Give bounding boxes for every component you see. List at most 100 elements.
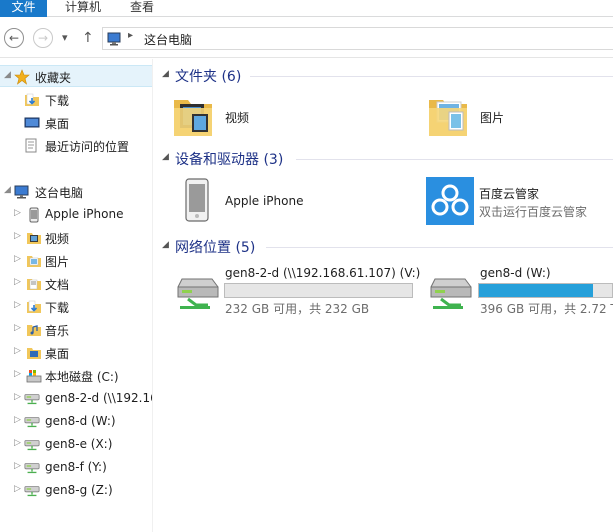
iphone-icon: [29, 207, 39, 223]
breadcrumb-this-pc[interactable]: 这台电脑: [144, 31, 192, 48]
videos-folder-icon: [27, 233, 41, 244]
nav-favorites-label: 收藏夹: [35, 71, 72, 85]
downloads-folder-icon: [27, 300, 41, 313]
nav-item-videos-label: 视频: [45, 232, 70, 246]
up-arrow-icon: ↑: [82, 30, 94, 46]
group-title-devices: 设备和驱动器 (3): [175, 152, 284, 168]
collapse-chevron-icon[interactable]: ◢: [162, 240, 169, 250]
nav-item-network-drive[interactable]: ▷ gen8-g (Z:): [0, 480, 152, 502]
back-button[interactable]: ←: [4, 28, 24, 48]
nav-item-local-disk[interactable]: ▷ 本地磁盘 (C:): [0, 365, 152, 387]
collapse-chevron-icon[interactable]: ◢: [162, 152, 169, 162]
group-title-network: 网络位置 (5): [175, 240, 256, 256]
nav-favorites-recent[interactable]: 最近访问的位置: [0, 135, 152, 157]
nav-item-videos[interactable]: ▷ 视频: [0, 227, 152, 249]
network-tile-gen8-2-d[interactable]: gen8-2-d (\\192.168.61.107) (V:) 232 GB …: [170, 263, 420, 318]
capacity-bar: [224, 283, 413, 298]
collapse-arrow-icon[interactable]: ◢: [4, 185, 11, 195]
folder-tile-pictures-label: 图片: [480, 111, 505, 125]
expand-arrow-icon[interactable]: ▷: [14, 461, 21, 471]
nav-item-documents-label: 文档: [45, 278, 70, 292]
group-header-network[interactable]: ◢ 网络位置 (5): [160, 237, 613, 257]
device-tile-baidu-cloud-label: 百度云管家: [479, 187, 540, 201]
network-tile-gen8-d-label: gen8-d (W:): [480, 266, 551, 280]
group-header-folders[interactable]: ◢ 文件夹 (6): [160, 66, 613, 86]
expand-arrow-icon[interactable]: ▷: [14, 484, 21, 494]
expand-arrow-icon[interactable]: ▷: [14, 231, 21, 241]
nav-favorites[interactable]: ◢ 收藏夹: [0, 65, 152, 87]
nav-item-downloads[interactable]: ▷ 下载: [0, 296, 152, 318]
nav-this-pc[interactable]: ◢ 这台电脑: [0, 181, 152, 203]
device-tile-iphone-label: Apple iPhone: [225, 194, 304, 208]
expand-arrow-icon[interactable]: ▷: [14, 208, 21, 218]
forward-arrow-icon: →: [37, 31, 49, 45]
device-tile-baidu-cloud[interactable]: 百度云管家 双击运行百度云管家: [425, 177, 613, 229]
nav-item-music[interactable]: ▷ 音乐: [0, 319, 152, 341]
recent-locations-dropdown[interactable]: ▾: [62, 28, 68, 48]
folder-tile-pictures[interactable]: 图片: [425, 90, 613, 142]
nav-item-network-drive[interactable]: ▷ gen8-f (Y:): [0, 457, 152, 479]
nav-item-iphone-label: Apple iPhone: [45, 207, 124, 221]
expand-arrow-icon[interactable]: ▷: [14, 346, 21, 356]
network-drive-icon: [24, 463, 40, 474]
recent-places-icon: [25, 138, 37, 153]
folder-tile-videos-label: 视频: [225, 111, 250, 125]
network-drive-icon: [24, 486, 40, 497]
tab-file[interactable]: 文件: [0, 0, 47, 17]
nav-item-desktop[interactable]: ▷ 桌面: [0, 342, 152, 364]
nav-item-network-drive-label: gen8-d (W:): [45, 414, 116, 428]
network-drive-icon: [430, 278, 472, 309]
nav-item-iphone[interactable]: ▷ Apple iPhone: [0, 204, 152, 226]
pictures-folder-icon: [27, 256, 41, 267]
this-pc-icon: [107, 32, 121, 46]
nav-favorites-desktop[interactable]: 桌面: [0, 112, 152, 134]
network-tile-gen8-2-d-capacity: 232 GB 可用，共 232 GB: [225, 302, 370, 316]
address-bar[interactable]: ▸ 这台电脑: [102, 27, 613, 50]
collapse-chevron-icon[interactable]: ◢: [162, 69, 169, 79]
nav-item-network-drive[interactable]: ▷ gen8-e (X:): [0, 434, 152, 456]
iphone-device-icon: [185, 178, 209, 222]
up-button[interactable]: ↑: [82, 28, 94, 48]
nav-item-network-drive[interactable]: ▷ gen8-2-d (\\192.168.61.107) (V:): [0, 388, 153, 410]
tab-computer[interactable]: 计算机: [63, 0, 103, 17]
expand-arrow-icon[interactable]: ▷: [14, 392, 21, 402]
expand-arrow-icon[interactable]: ▷: [14, 323, 21, 333]
collapse-arrow-icon[interactable]: ◢: [4, 70, 11, 80]
videos-folder-icon: [174, 100, 212, 136]
expand-arrow-icon[interactable]: ▷: [14, 369, 21, 379]
group-divider: [296, 159, 613, 160]
nav-item-network-drive-label: gen8-2-d (\\192.168.61.107) (V:): [45, 391, 153, 405]
baidu-cloud-icon: [426, 177, 474, 225]
expand-arrow-icon[interactable]: ▷: [14, 254, 21, 264]
device-tile-iphone[interactable]: Apple iPhone: [170, 175, 410, 227]
tab-view[interactable]: 查看: [128, 0, 156, 17]
expand-arrow-icon[interactable]: ▷: [14, 277, 21, 287]
nav-item-pictures-label: 图片: [45, 255, 70, 269]
capacity-bar: [478, 283, 613, 298]
nav-favorites-downloads-label: 下载: [45, 94, 70, 108]
nav-favorites-downloads[interactable]: 下载: [0, 89, 152, 111]
network-tile-gen8-2-d-label: gen8-2-d (\\192.168.61.107) (V:): [225, 266, 421, 280]
expand-arrow-icon[interactable]: ▷: [14, 415, 21, 425]
group-title-folders: 文件夹 (6): [175, 69, 242, 85]
nav-item-pictures[interactable]: ▷ 图片: [0, 250, 152, 272]
documents-folder-icon: [27, 279, 41, 290]
nav-item-music-label: 音乐: [45, 324, 70, 338]
nav-item-documents[interactable]: ▷ 文档: [0, 273, 152, 295]
downloads-folder-icon: [25, 93, 39, 106]
nav-item-network-drive-label: gen8-e (X:): [45, 437, 113, 451]
nav-favorites-recent-label: 最近访问的位置: [45, 140, 130, 154]
breadcrumb-separator-icon[interactable]: ▸: [128, 30, 133, 41]
group-divider: [250, 76, 613, 77]
star-icon: [14, 69, 30, 85]
group-header-devices[interactable]: ◢ 设备和驱动器 (3): [160, 149, 613, 169]
nav-this-pc-label: 这台电脑: [35, 186, 84, 200]
network-tile-gen8-d[interactable]: gen8-d (W:) 396 GB 可用，共 2.72 T: [425, 263, 613, 318]
forward-button[interactable]: →: [33, 28, 53, 48]
local-disk-icon: [26, 370, 42, 383]
nav-item-network-drive[interactable]: ▷ gen8-d (W:): [0, 411, 152, 433]
expand-arrow-icon[interactable]: ▷: [14, 438, 21, 448]
expand-arrow-icon[interactable]: ▷: [14, 300, 21, 310]
folder-tile-videos[interactable]: 视频: [170, 90, 410, 142]
device-tile-baidu-cloud-desc: 双击运行百度云管家: [479, 205, 588, 219]
